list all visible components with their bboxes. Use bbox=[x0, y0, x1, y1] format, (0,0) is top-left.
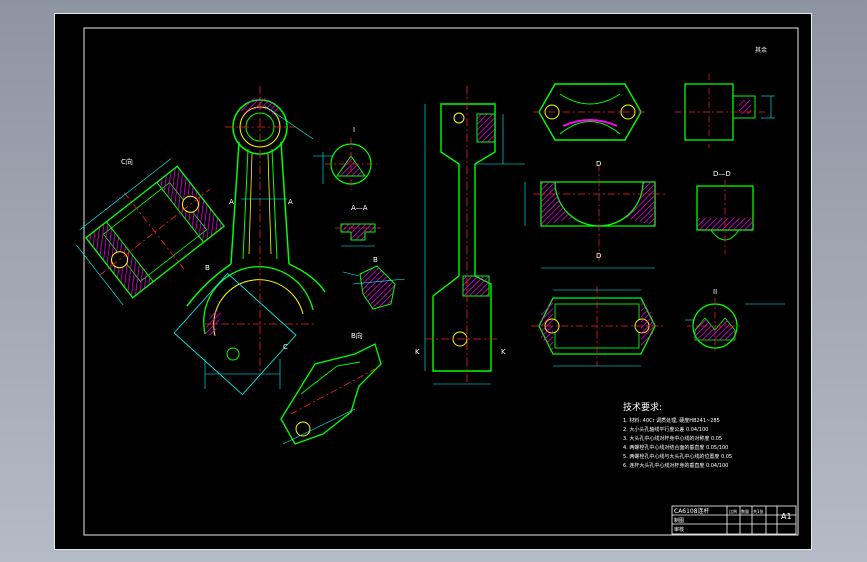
cap-bottom-view bbox=[531, 286, 665, 367]
label-d-bottom: D bbox=[596, 252, 601, 260]
tech-requirement-item: 6. 连杆大头孔中心线对杆身的垂直度 0.04/100 bbox=[623, 463, 729, 469]
section-a-a bbox=[335, 223, 381, 247]
tech-requirement-item: 5. 两螺栓孔中心线与大头孔中心线的位置度 0.05 bbox=[623, 454, 733, 460]
section-b bbox=[342, 265, 406, 310]
tech-requirements-title: 技术要求: bbox=[623, 403, 663, 413]
drawing-sheet: C向 A A B C B向 I A—A B K K 其余 D D D—D II … bbox=[54, 13, 812, 550]
label-k-left: K bbox=[415, 348, 420, 356]
cap-front-section bbox=[524, 164, 665, 269]
title-block-drawn: 制图 bbox=[674, 517, 684, 524]
label-detail-i: I bbox=[353, 126, 355, 134]
label-section-d-d: D—D bbox=[713, 170, 731, 178]
title-block-name: CA6108连杆 bbox=[674, 507, 710, 515]
tech-requirement-item: 2. 大小头孔轴线平行度公差 0.04/100 bbox=[623, 427, 709, 433]
label-c: C bbox=[283, 343, 288, 351]
label-k-right: K bbox=[501, 348, 506, 356]
section-d-d bbox=[696, 180, 754, 254]
title-block-sheets: 共1张 bbox=[753, 508, 764, 514]
b-view bbox=[280, 343, 382, 445]
c-view-cap bbox=[76, 158, 226, 306]
detail-i bbox=[313, 138, 377, 190]
title-block-size: A1 bbox=[781, 512, 792, 521]
label-a-right: A bbox=[288, 198, 293, 206]
title-block-scale: 比例 bbox=[729, 508, 737, 514]
detail-ii bbox=[685, 298, 785, 354]
main-rod-front-view bbox=[173, 86, 326, 396]
label-detail-ii: II bbox=[713, 288, 717, 296]
label-b: B bbox=[205, 264, 210, 272]
label-b-view: B向 bbox=[351, 331, 363, 340]
tech-requirement-item: 4. 两螺栓孔中心线对结合面的垂直度 0.05/100 bbox=[623, 445, 729, 451]
cap-top-view bbox=[533, 83, 647, 141]
label-section-b: B bbox=[373, 256, 378, 264]
label-c-view: C向 bbox=[121, 157, 133, 166]
tech-requirement-item: 3. 大头孔中心线对杆身中心线的对称度 0.05 bbox=[623, 436, 723, 442]
title-block-check: 审核 bbox=[674, 526, 684, 533]
title-block-qty: 数量 bbox=[741, 508, 749, 514]
corner-mark: 其余 bbox=[755, 46, 767, 54]
label-section-a-a: A—A bbox=[351, 204, 368, 212]
side-view bbox=[424, 86, 525, 385]
tech-requirements: 技术要求: 1. 材料: 40Cr 调质处理, 硬度HB241~285 2. 大… bbox=[623, 402, 732, 471]
label-a-left: A bbox=[229, 198, 234, 206]
label-d-top: D bbox=[596, 160, 601, 168]
cap-side-view bbox=[675, 74, 775, 148]
tech-requirement-item: 1. 材料: 40Cr 调质处理, 硬度HB241~285 bbox=[623, 418, 720, 424]
